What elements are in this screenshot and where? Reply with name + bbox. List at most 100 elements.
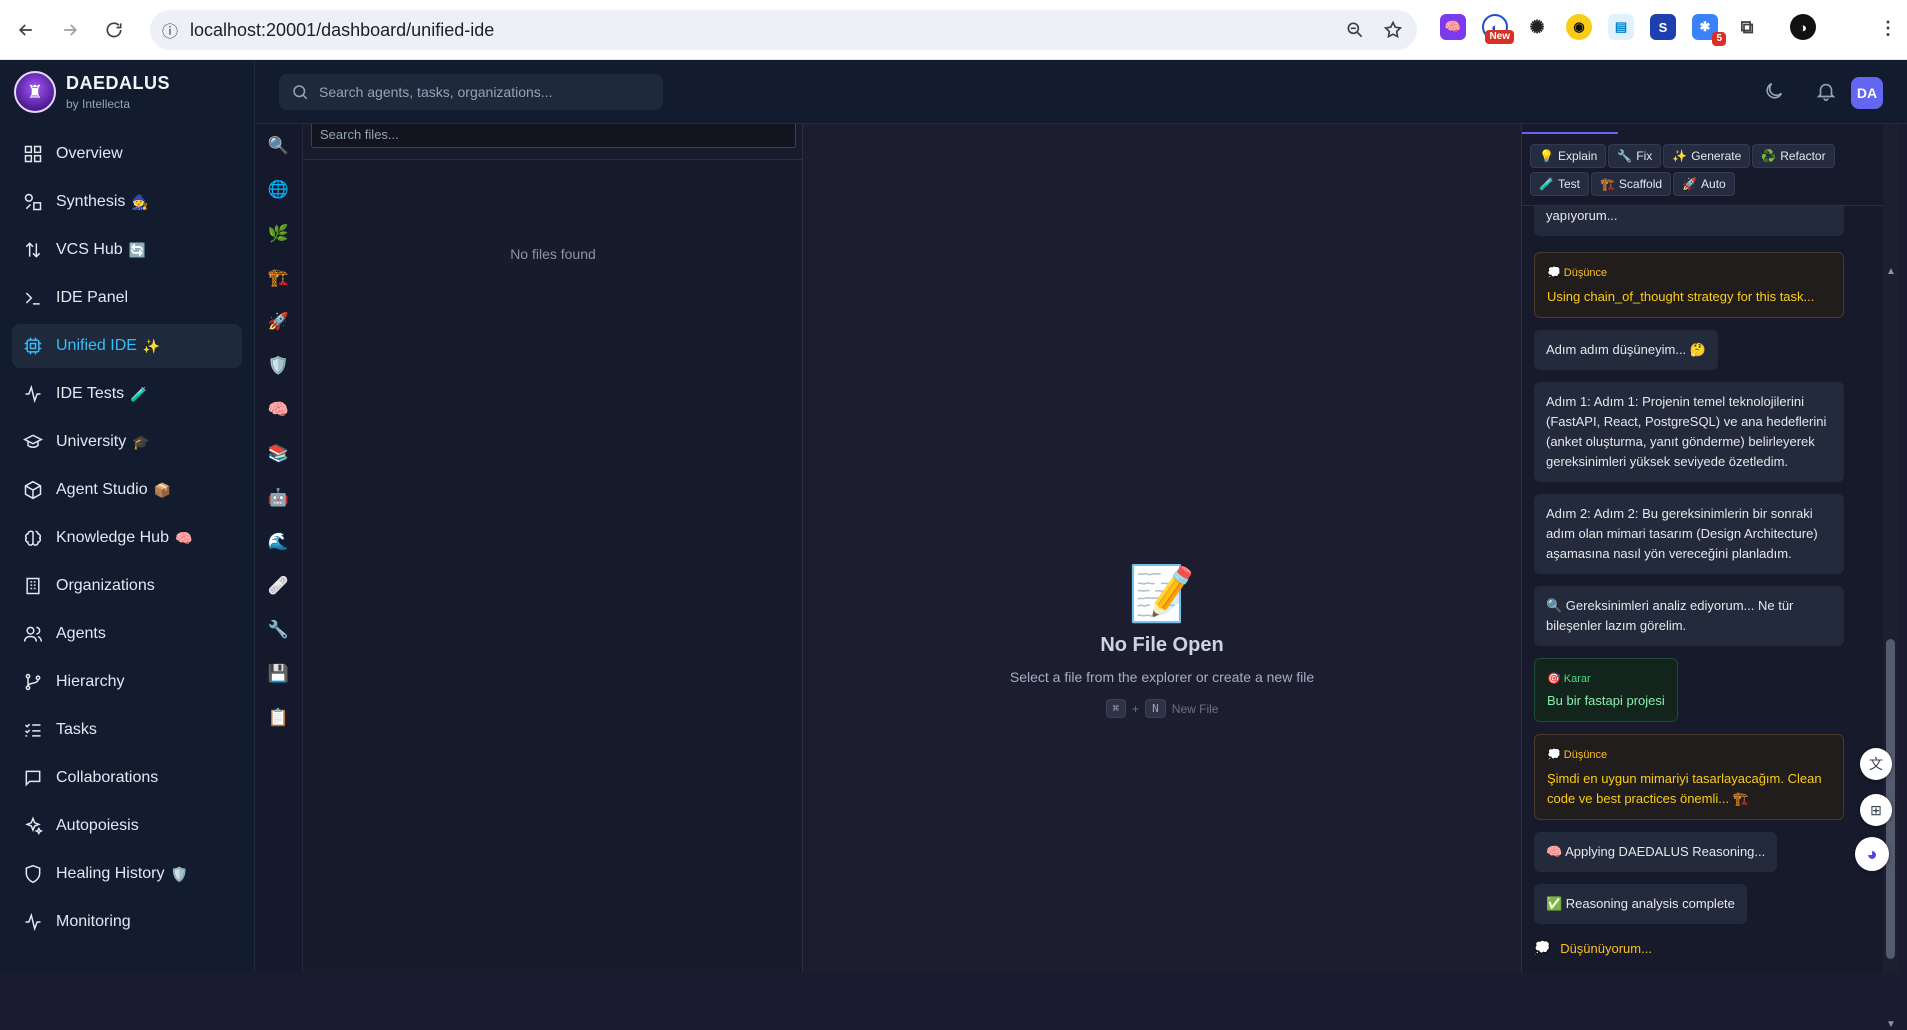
global-search-input[interactable] (319, 84, 649, 100)
zoom-icon[interactable] (1345, 20, 1365, 40)
user-avatar[interactable]: DA (1851, 77, 1883, 109)
moon-icon[interactable] (1763, 80, 1785, 102)
quick-action-emoji: 💡 (1539, 149, 1554, 163)
git-branch-icon (22, 671, 44, 693)
sidebar-item-emoji: 🔄 (128, 241, 147, 258)
cpu-icon (22, 335, 44, 357)
sidebar-item-monitoring[interactable]: Monitoring (12, 900, 242, 944)
chat-message: yapıyorum... (1534, 206, 1844, 236)
activity-icon (22, 911, 44, 933)
thought-message: 💭 Düşünce Using chain_of_thought strateg… (1534, 252, 1844, 318)
openai-extension-icon[interactable]: ✺ (1524, 14, 1550, 40)
forward-button[interactable] (52, 12, 88, 48)
explain-button[interactable]: 💡 Explain (1530, 144, 1607, 168)
chat-message: Adım 2: Adım 2: Bu gereksinimlerin bir s… (1534, 494, 1844, 574)
brain-icon (22, 527, 44, 549)
activity-icon (22, 383, 44, 405)
sidebar-item-collaborations[interactable]: Collaborations (12, 756, 242, 800)
bookmark-star-icon[interactable] (1383, 20, 1403, 40)
empty-title: No File Open (1100, 634, 1224, 656)
new-extension-icon[interactable]: ◐ New (1482, 14, 1514, 44)
site-info-icon[interactable]: ⓘ (150, 18, 190, 42)
sidebar-item-university[interactable]: University 🎓 (12, 420, 242, 464)
sidebar-item-overview[interactable]: Overview (12, 132, 242, 176)
document-extension-icon[interactable]: ▤ (1608, 14, 1634, 40)
test-button[interactable]: 🧪 Test (1530, 172, 1589, 196)
browser-menu-icon[interactable]: ⋮ (1879, 18, 1897, 39)
sidebar-item-unified-ide[interactable]: Unified IDE ✨ (12, 324, 242, 368)
back-button[interactable] (8, 12, 44, 48)
scroll-up-icon[interactable]: ▲ (1886, 266, 1896, 277)
shortcut-plus: + (1132, 701, 1140, 716)
puzzle-icon[interactable]: ⧉ (1734, 14, 1760, 40)
quick-action-label: Fix (1636, 149, 1653, 163)
scaffold-button[interactable]: 🏗️ Scaffold (1590, 172, 1672, 196)
activity-icon-8[interactable]: 🤖 (255, 476, 302, 520)
activity-icon-2[interactable]: 🌿 (255, 212, 302, 256)
assistant-bot-icon[interactable]: ◕ (1855, 837, 1889, 871)
sidebar-item-synthesis[interactable]: Synthesis 🧙 (12, 180, 242, 224)
activity-icon-3[interactable]: 🏗️ (255, 256, 302, 300)
brand[interactable]: ♜ DAEDALUS by Intellecta (0, 60, 254, 124)
activity-icon-5[interactable]: 🛡️ (255, 344, 302, 388)
sidebar-item-hierarchy[interactable]: Hierarchy (12, 660, 242, 704)
address-bar[interactable]: ⓘ localhost:20001/dashboard/unified-ide (150, 10, 1417, 50)
reload-button[interactable] (96, 12, 132, 48)
quick-action-emoji: 🧪 (1539, 177, 1554, 191)
editor-empty-state: 📝 No File Open Select a file from the ex… (803, 564, 1521, 718)
sidebar-item-label: Agent Studio (56, 481, 148, 498)
bell-icon[interactable] (1815, 80, 1837, 102)
arrows-updown-icon (22, 239, 44, 261)
sidebar-item-agents[interactable]: Agents (12, 612, 242, 656)
activity-icon-7[interactable]: 📚 (255, 432, 302, 476)
activity-icon-9[interactable]: 🌊 (255, 520, 302, 564)
quick-action-label: Refactor (1780, 149, 1826, 163)
sidebar-item-ide-tests[interactable]: IDE Tests 🧪 (12, 372, 242, 416)
brain-extension-icon[interactable]: 🧠 (1440, 14, 1466, 40)
activity-icon-12[interactable]: 💾 (255, 652, 302, 696)
activity-icon-10[interactable]: 🩹 (255, 564, 302, 608)
scroll-down-icon[interactable]: ▼ (1886, 1019, 1896, 1030)
grid-icon (22, 143, 44, 165)
generate-button[interactable]: ✨ Generate (1663, 144, 1751, 168)
quick-action-emoji: 🏗️ (1599, 177, 1615, 191)
thought-label: 💭 Düşünce (1547, 267, 1608, 279)
sidebar-item-emoji: ✨ (142, 337, 161, 354)
sidebar-item-vcs-hub[interactable]: VCS Hub 🔄 (12, 228, 242, 272)
app: ♜ DAEDALUS by Intellecta Overview Synthes… (0, 60, 1907, 1030)
sidebar-item-label: Synthesis (56, 193, 126, 210)
activity-icon-13[interactable]: 📋 (255, 696, 302, 740)
sidebar-item-ide-panel[interactable]: IDE Panel (12, 276, 242, 320)
sidebar-item-healing-history[interactable]: Healing History 🛡️ (12, 852, 242, 896)
quick-actions: 💡 Explain 🔧 Fix ✨ Generate ♻️ Refactor 🧪 Test 🏗️ Sc… (1530, 144, 1880, 200)
thought-label: 💭 Düşünce (1547, 749, 1608, 761)
target-extension-icon[interactable]: ◉ (1566, 14, 1592, 40)
translate-icon[interactable]: 文 (1860, 748, 1892, 780)
activity-icon-11[interactable]: 🔧 (255, 608, 302, 652)
thought-text: Using chain_of_thought strategy for this… (1547, 289, 1815, 304)
quick-action-emoji: 🔧 (1617, 149, 1633, 163)
sidebar-item-tasks[interactable]: Tasks (12, 708, 242, 752)
apps-grid-icon[interactable]: ⊞ (1860, 794, 1892, 826)
activity-icon-4[interactable]: 🚀 (255, 300, 302, 344)
sparkles-icon (22, 815, 44, 837)
s-extension-icon[interactable]: S (1650, 14, 1676, 40)
gear-extension-icon[interactable]: ✱ 5 (1692, 14, 1726, 46)
activity-icon-0[interactable]: 🔍 (255, 124, 302, 168)
terminal-icon (22, 287, 44, 309)
sidebar-item-agent-studio[interactable]: Agent Studio 📦 (12, 468, 242, 512)
refactor-button[interactable]: ♻️ Refactor (1752, 144, 1835, 168)
browser-toolbar: ⓘ localhost:20001/dashboard/unified-ide … (0, 0, 1907, 60)
activity-icon-6[interactable]: 🧠 (255, 388, 302, 432)
sidebar-item-knowledge-hub[interactable]: Knowledge Hub 🧠 (12, 516, 242, 560)
fix-button[interactable]: 🔧 Fix (1608, 144, 1662, 168)
quick-action-label: Generate (1691, 149, 1742, 163)
auto-button[interactable]: 🚀 Auto (1673, 172, 1735, 196)
activity-icon-1[interactable]: 🌐 (255, 168, 302, 212)
sidebar-item-organizations[interactable]: Organizations (12, 564, 242, 608)
shield-icon (22, 863, 44, 885)
global-search[interactable] (279, 74, 663, 110)
profile-avatar-icon[interactable]: ◑ (1790, 14, 1816, 40)
sidebar-item-autopoiesis[interactable]: Autopoiesis (12, 804, 242, 848)
file-search-input[interactable]: Search files... (311, 124, 796, 148)
